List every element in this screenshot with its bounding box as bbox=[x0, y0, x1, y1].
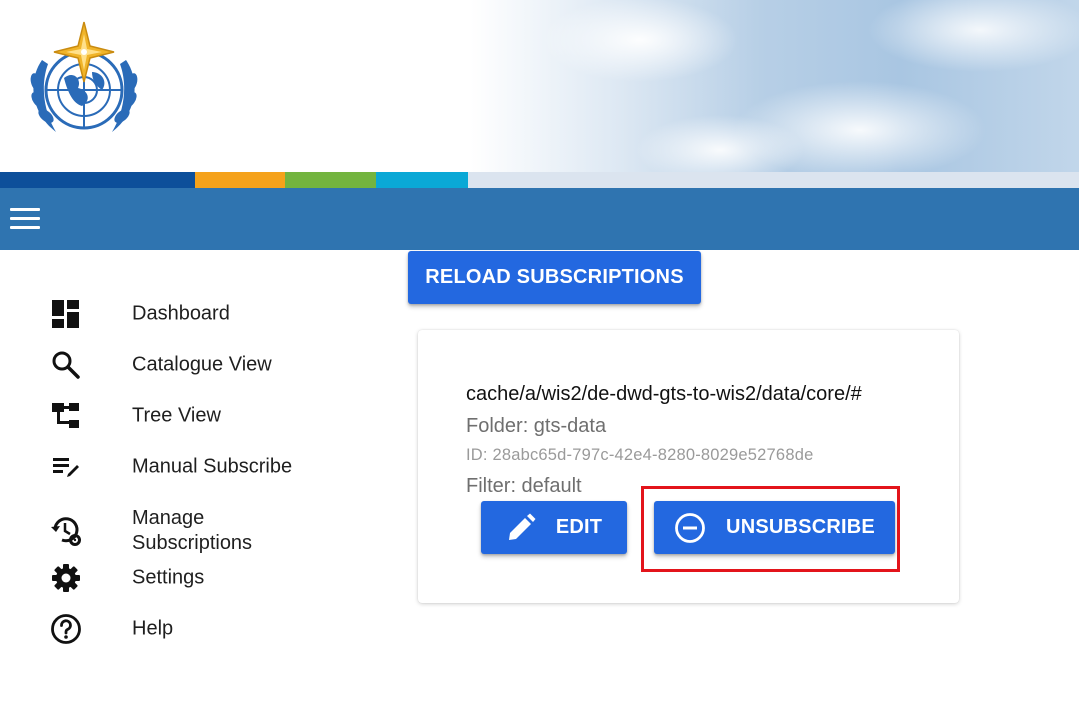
subscription-folder: Folder: gts-data bbox=[466, 415, 607, 437]
nav-item-help[interactable]: Help bbox=[40, 603, 360, 654]
color-stripe-cyan bbox=[376, 172, 468, 188]
nav-label-settings: Settings bbox=[132, 566, 205, 588]
nav-item-manual-subscribe[interactable]: Manual Subscribe bbox=[40, 441, 360, 492]
nav-label-dashboard: Dashboard bbox=[132, 302, 230, 324]
nav-label-manual-subscribe: Manual Subscribe bbox=[132, 455, 293, 477]
nav-item-tree-view[interactable]: Tree View bbox=[40, 390, 360, 441]
wmo-emblem-logo bbox=[30, 21, 138, 132]
subscription-id: ID: 28abc65d-797c-42e4-8280-8029e52768de bbox=[466, 446, 814, 464]
nav-label-manage-subscriptions: Manage Subscriptions bbox=[132, 507, 253, 554]
unsubscribe-button-label: UNSUBSCRIBE bbox=[726, 516, 875, 538]
minus-circle-icon bbox=[674, 512, 706, 544]
dashboard-icon bbox=[50, 298, 82, 330]
edit-button-label: EDIT bbox=[555, 516, 603, 538]
subscription-topic: cache/a/wis2/de-dwd-gts-to-wis2/data/cor… bbox=[466, 383, 862, 405]
color-stripe-light bbox=[468, 172, 1079, 188]
nav-label-tree-view: Tree View bbox=[132, 404, 221, 426]
reload-subscriptions-button[interactable]: RELOAD SUBSCRIPTIONS bbox=[408, 251, 701, 304]
color-stripe-blue bbox=[0, 172, 195, 188]
pencil-icon bbox=[506, 513, 536, 543]
nav-label-catalogue-view: Catalogue View bbox=[132, 353, 272, 375]
subscription-card: cache/a/wis2/de-dwd-gts-to-wis2/data/cor… bbox=[418, 330, 959, 603]
nav-item-dashboard[interactable]: Dashboard bbox=[40, 288, 360, 339]
color-stripe-green bbox=[285, 172, 376, 188]
edit-button[interactable]: EDIT bbox=[481, 501, 627, 554]
edit-list-icon bbox=[50, 451, 82, 483]
unsubscribe-button[interactable]: UNSUBSCRIBE bbox=[654, 501, 895, 554]
sky-background bbox=[0, 0, 1079, 172]
nav-item-catalogue-view[interactable]: Catalogue View bbox=[40, 339, 360, 390]
header-banner bbox=[0, 0, 1079, 172]
tree-view-icon bbox=[50, 400, 82, 432]
subscription-filter: Filter: default bbox=[466, 475, 582, 497]
help-icon bbox=[50, 613, 82, 645]
search-icon bbox=[50, 349, 82, 381]
gear-icon bbox=[50, 562, 82, 594]
history-settings-icon bbox=[50, 515, 82, 547]
hamburger-menu-icon[interactable] bbox=[10, 208, 40, 230]
nav-label-help: Help bbox=[132, 617, 174, 639]
app-bar bbox=[0, 188, 1079, 250]
color-stripe-orange bbox=[195, 172, 285, 188]
nav-item-settings[interactable]: Settings bbox=[40, 552, 360, 603]
